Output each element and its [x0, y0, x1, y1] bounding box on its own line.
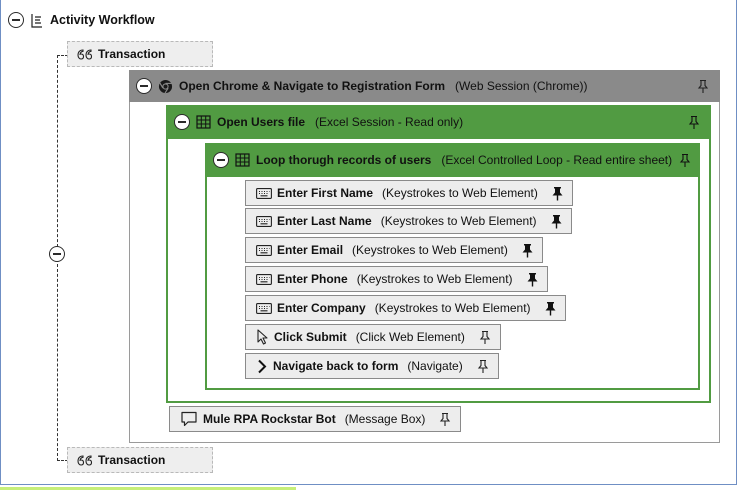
workflow-icon: [30, 13, 44, 28]
loop-title: Loop thorugh records of users: [256, 153, 432, 167]
chrome-session-title: Open Chrome & Navigate to Registration F…: [179, 79, 446, 93]
pin-outline-icon[interactable]: [438, 412, 452, 427]
activity-enter-email[interactable]: Enter Email (Keystrokes to Web Element): [245, 237, 543, 263]
loop-header[interactable]: Loop thorugh records of users (Excel Con…: [205, 143, 700, 177]
activity-title: Enter Last Name: [277, 214, 372, 228]
keyboard-icon: [256, 302, 272, 314]
keyboard-icon: [256, 273, 272, 285]
activity-click-submit[interactable]: Click Submit (Click Web Element): [245, 324, 501, 350]
pin-outline-icon[interactable]: [687, 115, 701, 130]
collapse-excel-session-button[interactable]: [174, 114, 190, 130]
table-grid-icon: [196, 115, 211, 129]
activity-title: Enter Phone: [277, 272, 348, 286]
activity-note: (Keystrokes to Web Element): [356, 272, 513, 286]
quote-icon: [76, 454, 94, 467]
chrome-session-note: (Web Session (Chrome)): [455, 79, 588, 93]
pin-filled-icon[interactable]: [521, 243, 534, 258]
cursor-icon: [256, 329, 269, 345]
collapse-chrome-session-button[interactable]: [136, 78, 152, 94]
transaction-start-label: Transaction: [98, 47, 166, 61]
activity-note: (Click Web Element): [355, 330, 465, 344]
speech-bubble-icon: [180, 411, 198, 427]
activity-enter-phone[interactable]: Enter Phone (Keystrokes to Web Element): [245, 266, 548, 292]
pin-outline-icon[interactable]: [678, 153, 692, 168]
activity-message-box[interactable]: Mule RPA Rockstar Bot (Message Box): [169, 406, 462, 432]
keyboard-icon: [256, 215, 272, 227]
pin-filled-icon[interactable]: [544, 301, 557, 316]
transaction-end[interactable]: Transaction: [67, 447, 213, 473]
activity-title: Navigate back to form: [273, 359, 399, 373]
activity-title: Enter Company: [277, 301, 366, 315]
collapse-loop-button[interactable]: [213, 152, 229, 168]
activity-note: (Keystrokes to Web Element): [352, 243, 508, 257]
excel-session-header[interactable]: Open Users file (Excel Session - Read on…: [166, 105, 711, 139]
chrome-icon: [158, 79, 173, 94]
workflow-title: Activity Workflow: [50, 13, 155, 27]
table-grid-icon: [235, 153, 250, 167]
pin-filled-icon[interactable]: [526, 272, 539, 287]
keyboard-icon: [256, 244, 272, 256]
message-box-note: (Message Box): [344, 412, 426, 426]
activity-title: Enter First Name: [277, 186, 374, 200]
workflow-header: Activity Workflow: [8, 10, 155, 30]
excel-session-note: (Excel Session - Read only): [315, 115, 464, 129]
quote-icon: [76, 48, 94, 61]
activity-enter-company[interactable]: Enter Company (Keystrokes to Web Element…: [245, 295, 566, 321]
activity-enter-first-name[interactable]: Enter First Name (Keystrokes to Web Elem…: [245, 180, 573, 206]
activity-note: (Keystrokes to Web Element): [380, 214, 537, 228]
chrome-session-header[interactable]: Open Chrome & Navigate to Registration F…: [129, 70, 720, 102]
activity-title: Enter Email: [277, 243, 344, 257]
pin-filled-icon[interactable]: [551, 186, 564, 201]
activity-note: (Keystrokes to Web Element): [374, 301, 531, 315]
activity-note: (Keystrokes to Web Element): [382, 186, 538, 200]
transaction-start[interactable]: Transaction: [67, 41, 213, 67]
keyboard-icon: [256, 187, 272, 199]
loop-note: (Excel Controlled Loop - Read entire she…: [441, 153, 673, 167]
collapse-transaction-button[interactable]: [49, 246, 65, 262]
pin-filled-icon[interactable]: [550, 214, 563, 229]
collapse-workflow-button[interactable]: [8, 12, 24, 28]
activity-note: (Navigate): [407, 359, 463, 373]
activity-navigate-back[interactable]: Navigate back to form (Navigate): [245, 353, 499, 379]
pin-outline-icon[interactable]: [476, 359, 490, 374]
activity-title: Click Submit: [274, 330, 347, 344]
pin-outline-icon[interactable]: [478, 330, 492, 345]
message-box-title: Mule RPA Rockstar Bot: [203, 412, 336, 426]
pin-outline-icon[interactable]: [696, 79, 710, 94]
transaction-end-label: Transaction: [98, 453, 166, 467]
activity-enter-last-name[interactable]: Enter Last Name (Keystrokes to Web Eleme…: [245, 208, 572, 234]
excel-session-title: Open Users file: [217, 115, 306, 129]
chevron-right-icon: [256, 359, 268, 374]
